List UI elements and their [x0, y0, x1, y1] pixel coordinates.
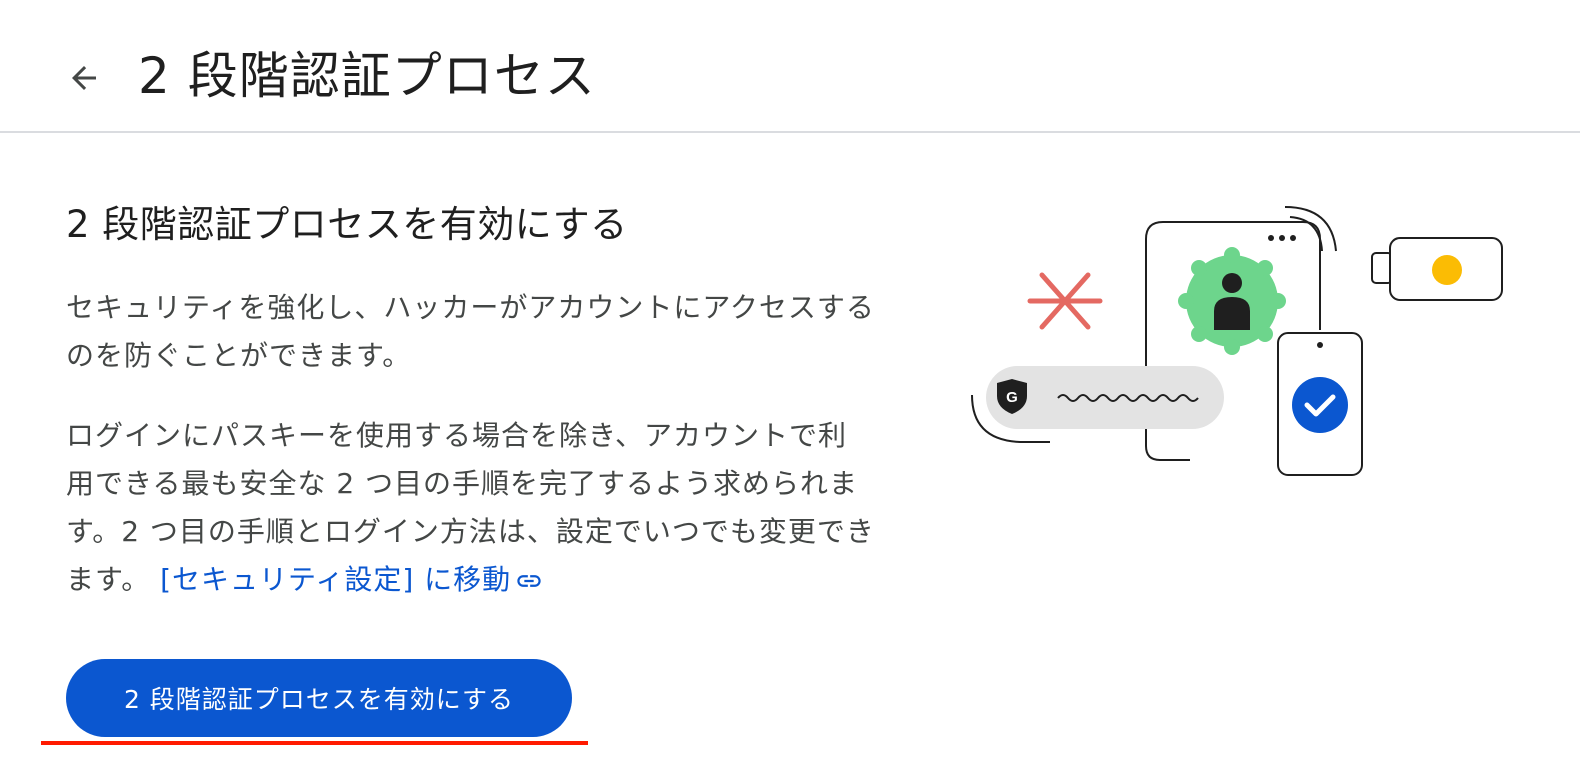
security-key-icon [1371, 237, 1503, 301]
turn-on-2sv-button[interactable]: 2 段階認証プロセスを有効にする [66, 659, 572, 737]
asterisk-icon [1027, 272, 1103, 330]
checkmark-circle-icon [1292, 377, 1348, 433]
security-settings-link[interactable]: [セキュリティ設定] に移動 [160, 563, 543, 596]
arrow-back-icon [72, 66, 96, 90]
link-icon [517, 575, 541, 587]
security-illustration: G [971, 206, 1503, 476]
person-badge-icon [1178, 247, 1286, 355]
page-title: 2 段階認証プロセス [138, 47, 596, 105]
back-button[interactable] [56, 48, 112, 108]
dots-icon [1268, 235, 1274, 241]
details-paragraph: ログインにパスキーを使用する場合を除き、アカウントで利用できる最も安全な 2 つ… [66, 412, 876, 604]
description-paragraph: セキュリティを強化し、ハッカーがアカウントにアクセスするのを防ぐことができます。 [66, 291, 875, 372]
svg-text:G: G [1006, 389, 1018, 406]
top-app-bar: 2 段階認証プロセス [0, 0, 1580, 133]
highlight-underline [41, 741, 588, 745]
section-title: 2 段階認証プロセスを有効にする [66, 203, 628, 246]
security-settings-link-label: [セキュリティ設定] に移動 [160, 563, 512, 596]
